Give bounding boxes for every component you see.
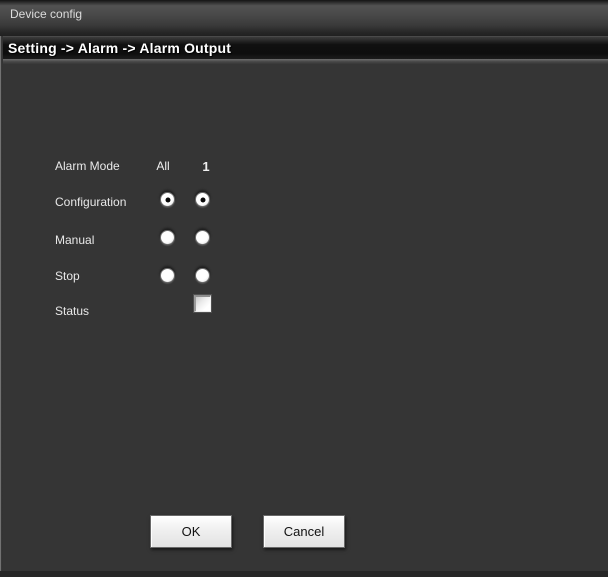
column-header-all: All	[156, 159, 170, 173]
configuration-label: Configuration	[55, 195, 127, 209]
alarm-mode-label: Alarm Mode	[55, 159, 120, 173]
breadcrumb: Setting -> Alarm -> Alarm Output	[8, 40, 232, 56]
status-label: Status	[55, 304, 90, 318]
breadcrumb-bottom-edge	[0, 59, 608, 64]
device-config-window: Device config Setting -> Alarm -> Alarm …	[0, 0, 608, 577]
status-1-checkbox[interactable]	[194, 295, 211, 312]
manual-label: Manual	[55, 233, 95, 247]
breadcrumb-bar: Setting -> Alarm -> Alarm Output	[0, 36, 608, 59]
window-bottom-edge	[0, 571, 608, 577]
titlebar[interactable]: Device config	[0, 0, 608, 36]
manual-all-radio[interactable]	[160, 230, 175, 245]
window-title: Device config	[10, 7, 83, 21]
cancel-button[interactable]: Cancel	[263, 515, 345, 548]
configuration-all-radio[interactable]	[160, 192, 175, 207]
stop-label: Stop	[55, 269, 80, 283]
manual-1-radio[interactable]	[195, 230, 210, 245]
stop-all-radio[interactable]	[160, 268, 175, 283]
window-left-edge	[0, 36, 3, 577]
column-header-1: 1	[202, 159, 210, 174]
stop-1-radio[interactable]	[195, 268, 210, 283]
configuration-1-radio[interactable]	[195, 192, 210, 207]
ok-button[interactable]: OK	[150, 515, 232, 548]
